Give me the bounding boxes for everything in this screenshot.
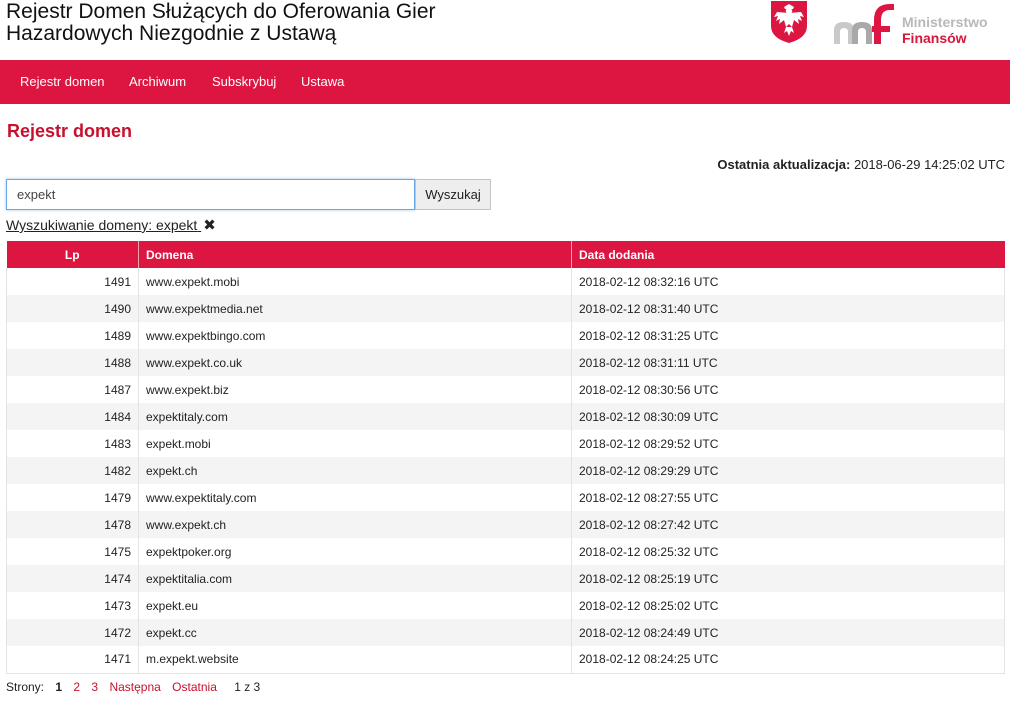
nav-item-ustawa[interactable]: Ustawa bbox=[301, 74, 344, 89]
row-domain: www.expekt.biz bbox=[138, 376, 572, 403]
row-date: 2018-02-12 08:24:25 UTC bbox=[579, 652, 719, 667]
row-lp: 1471 bbox=[6, 646, 139, 673]
row-date: 2018-02-12 08:27:55 UTC bbox=[579, 490, 719, 505]
row-lp: 1479 bbox=[6, 484, 139, 511]
row-domain: expektitalia.com bbox=[138, 565, 572, 592]
row-lp: 1478 bbox=[6, 511, 139, 538]
row-domain: m.expekt.website bbox=[138, 646, 572, 673]
row-domain: www.expekt.mobi bbox=[138, 268, 572, 295]
pagination-last-link[interactable]: Ostatnia bbox=[172, 680, 217, 694]
polish-eagle-emblem-icon bbox=[771, 1, 807, 43]
column-header-lp[interactable]: Lp bbox=[6, 241, 139, 268]
last-update-value: 2018-06-29 14:25:02 UTC bbox=[853, 157, 1005, 172]
table-row: 1471 m.expekt.website 2018-02-12 08:24:25 … bbox=[6, 646, 1005, 673]
site-header: Rejestr Domen Służących do Oferowania Gi… bbox=[0, 0, 1010, 60]
table-row: 1472 expekt.cc 2018-02-12 08:24:49 UTC bbox=[6, 619, 1005, 646]
row-domain: expekt.eu bbox=[138, 592, 572, 619]
row-date: 2018-02-12 08:30:56 UTC bbox=[579, 382, 719, 397]
table-row: 1484 expektitaly.com 2018-02-12 08:30:09 U… bbox=[6, 403, 1005, 430]
row-date: 2018-02-12 08:31:40 UTC bbox=[571, 295, 1005, 322]
row-date: 2018-02-12 08:29:29 UTC bbox=[571, 457, 1005, 484]
row-date: 2018-02-12 08:31:11 UTC bbox=[571, 349, 1005, 376]
table-header-row: Lp Domena Data dodania bbox=[6, 241, 1005, 268]
row-date: 2018-02-12 08:29:52 UTC bbox=[579, 436, 719, 451]
search-input[interactable] bbox=[6, 179, 415, 210]
row-date: 2018-02-12 08:25:02 UTC bbox=[579, 598, 719, 613]
row-domain: www.expektmedia.net bbox=[138, 295, 572, 322]
search-filter-tag[interactable]: Wyszukiwanie domeny: expekt ✖ bbox=[6, 216, 216, 235]
table-body: 1491 www.expekt.mobi 2018-02-12 08:32:16 U… bbox=[6, 268, 1005, 673]
table-row: 1482 expekt.ch 2018-02-12 08:29:29 UTC bbox=[6, 457, 1005, 484]
close-icon[interactable]: ✖ bbox=[203, 217, 216, 235]
ministry-name-line1: Ministerstwo bbox=[902, 14, 988, 30]
table-row: 1478 www.expekt.ch 2018-02-12 08:27:42 UTC bbox=[6, 511, 1005, 538]
pagination-page-2[interactable]: 2 bbox=[73, 680, 80, 694]
table-row: 1479 www.expektitaly.com 2018-02-12 08:27:… bbox=[6, 484, 1005, 511]
table-row: 1473 expekt.eu 2018-02-12 08:25:02 UTC bbox=[6, 592, 1005, 619]
pagination-current-page: 1 bbox=[55, 680, 63, 694]
table-row: 1475 expektpoker.org 2018-02-12 08:25:32 U… bbox=[6, 538, 1005, 565]
column-header-date[interactable]: Data dodania bbox=[571, 241, 1005, 268]
row-date: 2018-02-12 08:25:19 UTC bbox=[571, 565, 1005, 592]
ministry-name: Ministerstwo Finansów bbox=[902, 14, 988, 46]
row-date: 2018-02-12 08:30:09 UTC bbox=[571, 403, 1005, 430]
nav-item-rejestr-domen[interactable]: Rejestr domen bbox=[20, 74, 105, 89]
row-lp: 1483 bbox=[6, 430, 139, 457]
row-domain: www.expekt.co.uk bbox=[138, 349, 572, 376]
row-date: 2018-02-12 08:32:16 UTC bbox=[579, 274, 719, 289]
row-date: 2018-02-12 08:27:42 UTC bbox=[571, 511, 1005, 538]
table-row: 1491 www.expekt.mobi 2018-02-12 08:32:16 U… bbox=[6, 268, 1005, 295]
row-domain: expekt.cc bbox=[138, 619, 572, 646]
row-domain: expektpoker.org bbox=[138, 538, 572, 565]
row-date: 2018-02-12 08:25:32 UTC bbox=[579, 544, 719, 559]
last-update-label: Ostatnia aktualizacja: bbox=[717, 157, 851, 172]
table-row: 1474 expektitalia.com 2018-02-12 08:25:19 … bbox=[6, 565, 1005, 592]
row-date: 2018-02-12 08:31:25 UTC bbox=[579, 328, 719, 343]
row-lp: 1490 bbox=[6, 295, 139, 322]
pagination-label: Strony: bbox=[6, 680, 45, 694]
pagination-page-3[interactable]: 3 bbox=[91, 680, 98, 694]
table-row: 1490 www.expektmedia.net 2018-02-12 08:31:… bbox=[6, 295, 1005, 322]
nav-item-subskrybuj[interactable]: Subskrybuj bbox=[212, 74, 276, 89]
table-row: 1483 expekt.mobi 2018-02-12 08:29:52 UTC bbox=[6, 430, 1005, 457]
row-lp: 1488 bbox=[6, 349, 139, 376]
row-lp: 1475 bbox=[6, 538, 139, 565]
row-domain: www.expektbingo.com bbox=[138, 322, 572, 349]
page-title: Rejestr domen bbox=[7, 121, 133, 141]
row-lp: 1489 bbox=[6, 322, 139, 349]
row-date: 2018-02-12 08:24:49 UTC bbox=[571, 619, 1005, 646]
pagination-next-link[interactable]: Następna bbox=[109, 680, 160, 694]
domain-table: Lp Domena Data dodania 1491 www.expekt.mo… bbox=[6, 241, 1005, 674]
pagination: Strony: 1 2 3 Następna Ostatnia 1 z 3 bbox=[6, 680, 268, 695]
row-lp: 1484 bbox=[6, 403, 139, 430]
search-button[interactable]: Wyszukaj bbox=[415, 179, 491, 210]
row-domain: expektitaly.com bbox=[138, 403, 572, 430]
pagination-count: 1 z 3 bbox=[234, 680, 261, 694]
search-filter-label: Wyszukiwanie domeny: expekt bbox=[6, 217, 198, 233]
row-domain: www.expekt.ch bbox=[138, 511, 572, 538]
row-domain: www.expektitaly.com bbox=[138, 484, 572, 511]
table-row: 1489 www.expektbingo.com 2018-02-12 08:31:… bbox=[6, 322, 1005, 349]
row-lp: 1491 bbox=[6, 268, 139, 295]
row-domain: expekt.ch bbox=[138, 457, 572, 484]
row-lp: 1487 bbox=[6, 376, 139, 403]
main-navbar: Rejestr domen Archiwum Subskrybuj Ustawa bbox=[0, 60, 1010, 104]
row-domain: expekt.mobi bbox=[138, 430, 572, 457]
row-lp: 1473 bbox=[6, 592, 139, 619]
row-lp: 1474 bbox=[6, 565, 139, 592]
row-lp: 1482 bbox=[6, 457, 139, 484]
nav-item-archiwum[interactable]: Archiwum bbox=[129, 74, 186, 89]
table-row: 1487 www.expekt.biz 2018-02-12 08:30:56 UT… bbox=[6, 376, 1005, 403]
site-title: Rejestr Domen Służących do Oferowania Gi… bbox=[6, 0, 436, 45]
table-row: 1488 www.expekt.co.uk 2018-02-12 08:31:11 … bbox=[6, 349, 1005, 376]
last-update: Ostatnia aktualizacja: 2018-06-29 14:25:… bbox=[717, 157, 1005, 172]
row-lp: 1472 bbox=[6, 619, 139, 646]
column-header-domain[interactable]: Domena bbox=[138, 241, 572, 268]
ministry-name-line2: Finansów bbox=[902, 30, 967, 46]
